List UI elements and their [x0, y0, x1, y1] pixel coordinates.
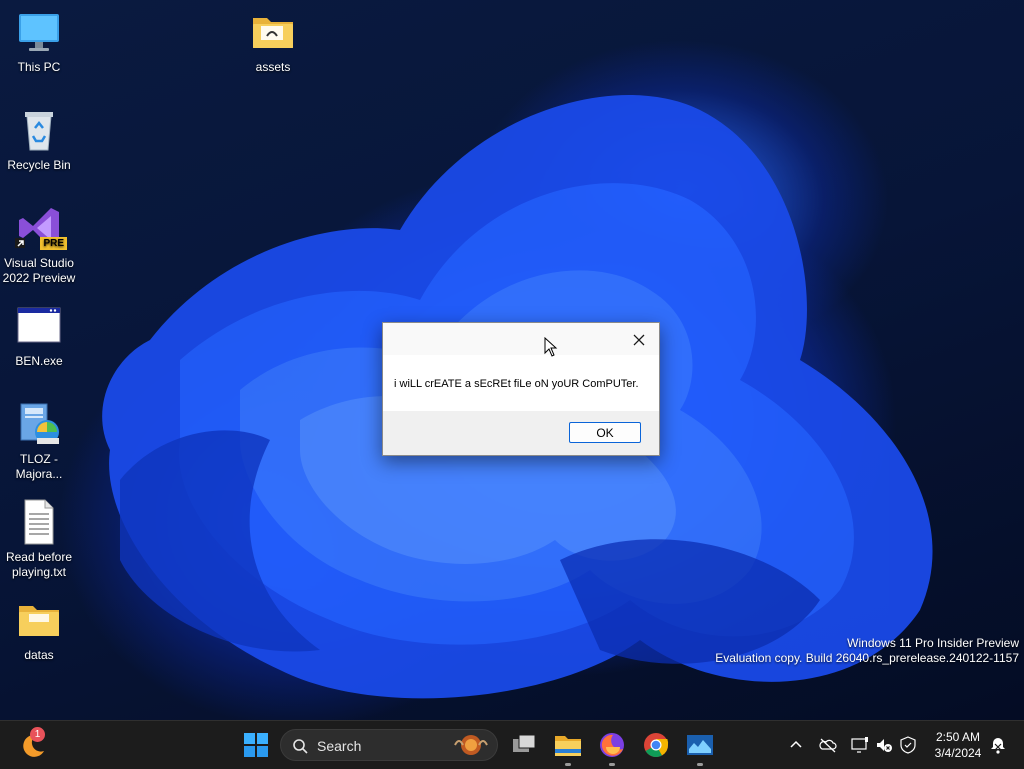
taskbar-search-box[interactable]: Search — [280, 729, 498, 761]
start-icon — [244, 733, 268, 757]
desktop-icon-label: This PC — [17, 60, 61, 74]
chrome-icon — [644, 733, 669, 758]
ok-button[interactable]: OK — [569, 422, 641, 443]
desktop-icon-recycle-bin[interactable]: Recycle Bin — [1, 106, 77, 173]
desktop-icon-label: Visual Studio 2022 Preview — [2, 256, 76, 285]
close-button[interactable] — [625, 329, 653, 351]
taskbar: 1 Search 2:50 AM 3/4/2024 — [0, 720, 1024, 769]
notification-bell-icon[interactable] — [988, 735, 1008, 755]
chrome-button[interactable] — [640, 729, 672, 761]
evaluation-watermark: Windows 11 Pro Insider Preview Evaluatio… — [715, 636, 1019, 666]
widgets-button[interactable]: 1 — [16, 727, 48, 761]
window-app-icon — [15, 302, 63, 350]
security-icon[interactable] — [898, 735, 918, 755]
clock[interactable]: 2:50 AM 3/4/2024 — [928, 729, 988, 761]
search-icon — [293, 739, 308, 754]
desktop-icon-assets[interactable]: assets — [235, 8, 311, 75]
desktop[interactable]: This PC assets Recycle Bin PRE Visual St… — [0, 0, 1024, 720]
folder-icon — [249, 8, 297, 56]
desktop-icon-visual-studio[interactable]: PRE Visual Studio 2022 Preview — [1, 204, 77, 286]
search-highlight-icon — [454, 735, 488, 755]
text-file-icon — [15, 498, 63, 546]
dialog-message: i wiLL crEATE a sEcREt fiLe oN yoUR ComP… — [394, 378, 639, 390]
task-view-button[interactable] — [508, 729, 540, 761]
desktop-icon-tloz-majora[interactable]: TLOZ - Majora... — [1, 400, 77, 482]
monitor-icon — [15, 8, 63, 56]
chevron-up-icon[interactable] — [786, 735, 806, 755]
display-icon[interactable] — [850, 735, 870, 755]
clock-time: 2:50 AM — [935, 730, 981, 744]
running-indicator — [565, 763, 571, 766]
installer-icon — [15, 400, 63, 448]
app-icon — [687, 735, 713, 755]
desktop-icon-ben-exe[interactable]: BEN.exe — [1, 302, 77, 369]
start-button[interactable] — [240, 729, 272, 761]
notification-badge: 1 — [30, 727, 45, 742]
onedrive-offline-icon[interactable] — [818, 735, 838, 755]
dialog-body: i wiLL crEATE a sEcREt fiLe oN yoUR ComP… — [383, 355, 659, 411]
recycle-bin-icon — [15, 106, 63, 154]
app-button[interactable] — [684, 729, 716, 766]
speaker-muted-icon[interactable] — [874, 735, 894, 755]
desktop-icon-label: BEN.exe — [15, 354, 63, 368]
desktop-icon-datas[interactable]: datas — [1, 596, 77, 663]
desktop-icon-read-before-playing[interactable]: Read before playing.txt — [1, 498, 77, 580]
firefox-icon — [600, 733, 624, 757]
watermark-line-1: Windows 11 Pro Insider Preview — [847, 636, 1019, 650]
clock-date: 3/4/2024 — [934, 746, 982, 760]
file-explorer-icon — [555, 736, 581, 756]
desktop-icon-label: Read before playing.txt — [5, 550, 73, 579]
running-indicator — [697, 763, 703, 766]
watermark-line-2: Evaluation copy. Build 26040.rs_prerelea… — [715, 651, 1019, 665]
desktop-icon-label: TLOZ - Majora... — [15, 452, 63, 481]
dialog-title-bar[interactable] — [383, 323, 659, 355]
desktop-icon-this-pc[interactable]: This PC — [1, 8, 77, 75]
visual-studio-icon: PRE — [15, 204, 67, 252]
search-placeholder: Search — [317, 738, 362, 754]
desktop-icon-label: datas — [24, 648, 54, 662]
running-indicator — [609, 763, 615, 766]
firefox-button[interactable] — [596, 729, 628, 766]
task-view-icon — [513, 734, 536, 752]
file-explorer-button[interactable] — [552, 729, 584, 766]
mouse-cursor-icon — [544, 337, 558, 357]
desktop-icon-label: assets — [255, 60, 291, 74]
pre-badge: PRE — [40, 237, 67, 250]
desktop-icon-label: Recycle Bin — [7, 158, 71, 172]
close-icon — [633, 334, 645, 346]
folder-icon — [15, 596, 63, 644]
message-box-dialog[interactable]: i wiLL crEATE a sEcREt fiLe oN yoUR ComP… — [382, 322, 660, 456]
